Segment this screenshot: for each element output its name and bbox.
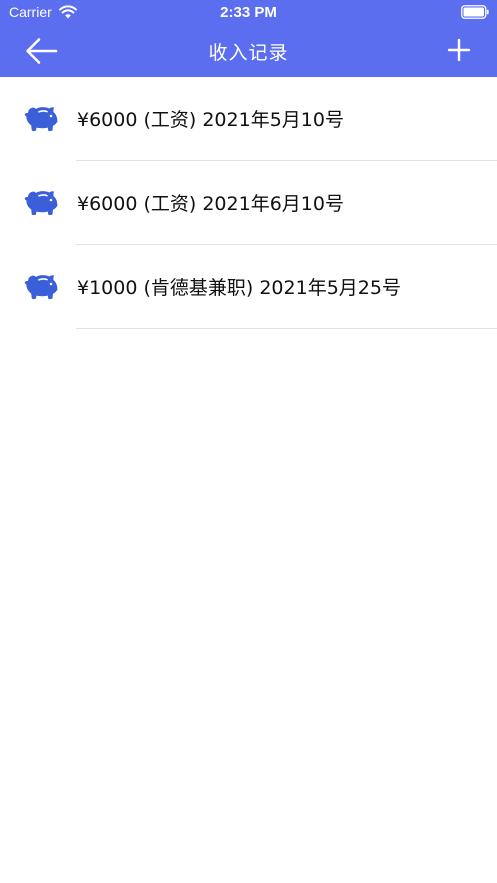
list-item[interactable]: ¥6000 (工资) 2021年6月10号 <box>0 161 497 245</box>
income-record-list: ¥6000 (工资) 2021年5月10号 ¥6000 (工资) 2021年6月… <box>0 77 497 329</box>
list-item[interactable]: ¥1000 (肯德基兼职) 2021年5月25号 <box>0 245 497 329</box>
record-text: ¥6000 (工资) 2021年6月10号 <box>77 193 344 215</box>
status-bar: Carrier 2:33 PM <box>0 0 497 26</box>
piggy-bank-icon <box>24 275 58 300</box>
record-text: ¥1000 (肯德基兼职) 2021年5月25号 <box>77 277 401 299</box>
row-divider <box>76 328 497 329</box>
add-button[interactable] <box>447 38 471 62</box>
page-title: 收入记录 <box>208 42 289 64</box>
record-text: ¥6000 (工资) 2021年5月10号 <box>77 109 344 131</box>
header: Carrier 2:33 PM 收入记录 <box>0 0 497 77</box>
status-time: 2:33 PM <box>220 4 277 21</box>
piggy-bank-icon <box>24 107 58 132</box>
plus-icon <box>447 38 471 62</box>
nav-bar: 收入记录 <box>0 26 497 77</box>
list-item[interactable]: ¥6000 (工资) 2021年5月10号 <box>0 77 497 161</box>
battery-icon <box>461 5 489 19</box>
piggy-bank-icon <box>24 191 58 216</box>
